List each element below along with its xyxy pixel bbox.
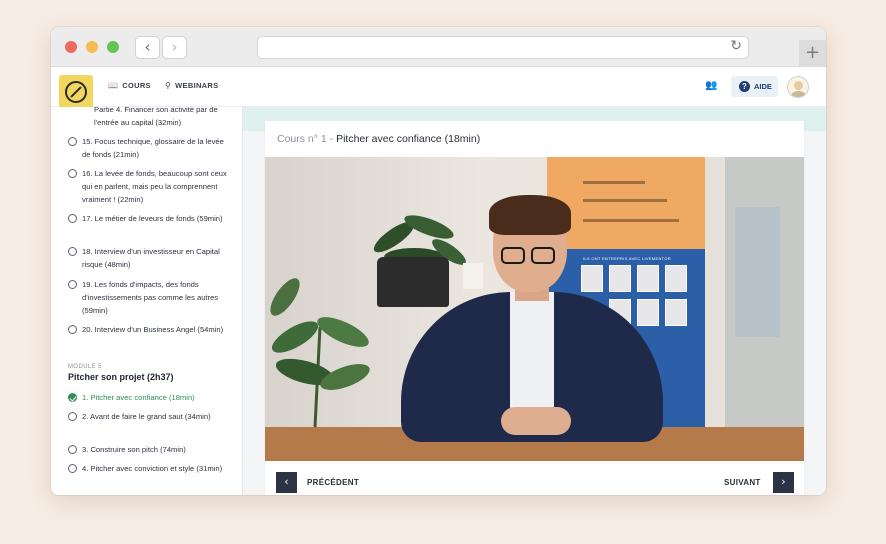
main-content: Cours n° 1 - Pitcher avec confiance (18m… xyxy=(243,107,826,495)
chevron-right-icon: › xyxy=(171,38,178,56)
lesson-item[interactable]: 16. La levée de fonds, beaucoup sont ceu… xyxy=(68,167,228,206)
lesson-label: 3. Construire son pitch (74min) xyxy=(82,445,186,454)
help-button[interactable]: ? AIDE xyxy=(731,76,778,97)
radio-icon xyxy=(68,169,77,178)
lesson-item[interactable]: 19. Les fonds d'impacts, des fonds d'inv… xyxy=(68,278,228,317)
lesson-item[interactable]: 17. Le métier de leveurs de fonds (59min… xyxy=(68,212,228,225)
chevron-right-icon: › xyxy=(781,475,786,488)
course-title: Cours n° 1 - Pitcher avec confiance (18m… xyxy=(277,133,480,145)
radio-icon xyxy=(68,214,77,223)
lesson-label: Partie 4. Financer son activité par de l… xyxy=(94,107,218,127)
lesson-label: 16. La levée de fonds, beaucoup sont ceu… xyxy=(82,169,227,204)
lesson-label: 1. Pitcher avec confiance (18min) xyxy=(82,393,195,402)
nav-webinars[interactable]: ⚲ WEBINARS xyxy=(165,81,218,90)
module-label: MODULE 5 xyxy=(68,364,102,370)
lesson-label: 2. Avant de faire le grand saut (34min) xyxy=(82,412,211,421)
check-icon xyxy=(68,393,77,402)
lesson-item-active[interactable]: 1. Pitcher avec confiance (18min) xyxy=(68,391,228,404)
address-bar[interactable]: ↻ xyxy=(257,36,749,59)
lesson-item[interactable]: 15. Focus technique, glossaire de la lev… xyxy=(68,135,228,161)
help-label: AIDE xyxy=(754,82,772,91)
lesson-sidebar[interactable]: Partie 4. Financer son activité par de l… xyxy=(51,107,243,495)
radio-icon xyxy=(68,247,77,256)
back-button[interactable]: ‹ xyxy=(135,36,160,59)
close-window-button[interactable] xyxy=(65,41,77,53)
new-tab-button[interactable]: + xyxy=(799,40,826,67)
lesson-item[interactable]: 2. Avant de faire le grand saut (34min) xyxy=(68,410,228,423)
radio-icon xyxy=(68,464,77,473)
next-label[interactable]: SUIVANT xyxy=(724,478,761,487)
lesson-label: 20. Interview d'un Business Angel (54min… xyxy=(82,325,224,334)
lesson-label: 17. Le métier de leveurs de fonds (59min… xyxy=(82,214,223,223)
video-player[interactable]: ILS ONT ENTREPRIS AVEC LIVEMENTOR xyxy=(265,157,804,461)
avatar[interactable] xyxy=(787,76,809,98)
minimize-window-button[interactable] xyxy=(86,41,98,53)
browser-window: ‹ › ↻ + 📖 COURS ⚲ WEBINARS 👥 ? AIDE Partie… xyxy=(51,27,826,495)
lesson-item[interactable]: 3. Construire son pitch (74min) xyxy=(68,443,228,456)
lesson-label: 18. Interview d'un investisseur en Capit… xyxy=(82,247,220,269)
lesson-item[interactable]: 4. Pitcher avec conviction et style (31m… xyxy=(68,462,228,475)
previous-label[interactable]: PRÉCÉDENT xyxy=(307,478,359,487)
book-icon: 📖 xyxy=(108,81,119,90)
community-icon[interactable]: 👥 xyxy=(705,80,717,91)
lesson-item[interactable]: 20. Interview d'un Business Angel (54min… xyxy=(68,323,228,336)
lesson-label: 15. Focus technique, glossaire de la lev… xyxy=(82,137,224,159)
radio-icon xyxy=(68,412,77,421)
nav-webinars-label: WEBINARS xyxy=(175,81,219,90)
course-card: Cours n° 1 - Pitcher avec confiance (18m… xyxy=(265,121,804,495)
lesson-label: 4. Pitcher avec conviction et style (31m… xyxy=(82,464,223,473)
logo[interactable] xyxy=(59,75,93,109)
question-icon: ? xyxy=(739,81,750,92)
browser-chrome: ‹ › ↻ + xyxy=(51,27,826,67)
course-name: Pitcher avec confiance (18min) xyxy=(336,133,481,145)
radio-icon xyxy=(68,445,77,454)
plus-icon: + xyxy=(804,42,821,63)
previous-button[interactable]: ‹ xyxy=(276,472,297,493)
module-title: Pitcher son projet (2h37) xyxy=(68,372,174,382)
forward-button[interactable]: › xyxy=(162,36,187,59)
course-prefix: Cours n° 1 - xyxy=(277,133,334,145)
lesson-item[interactable]: Partie 4. Financer son activité par de l… xyxy=(68,107,228,129)
lesson-navigation: ‹ PRÉCÉDENT SUIVANT › xyxy=(265,461,804,495)
radio-icon xyxy=(68,280,77,289)
next-button[interactable]: › xyxy=(773,472,794,493)
typewriter-illustration xyxy=(377,257,449,307)
banner-caption: ILS ONT ENTREPRIS AVEC LIVEMENTOR xyxy=(583,256,671,261)
reload-icon[interactable]: ↻ xyxy=(730,38,742,54)
nav-cours[interactable]: 📖 COURS xyxy=(108,81,151,90)
maximize-window-button[interactable] xyxy=(107,41,119,53)
lesson-label: 19. Les fonds d'impacts, des fonds d'inv… xyxy=(82,280,219,315)
app-header: 📖 COURS ⚲ WEBINARS 👥 ? AIDE xyxy=(51,67,826,109)
lesson-item[interactable]: 18. Interview d'un investisseur en Capit… xyxy=(68,245,228,271)
radio-icon xyxy=(68,325,77,334)
chevron-left-icon: ‹ xyxy=(144,38,151,56)
nav-cours-label: COURS xyxy=(122,81,151,90)
radio-icon xyxy=(68,137,77,146)
presenter-icon: ⚲ xyxy=(165,81,172,90)
chevron-left-icon: ‹ xyxy=(284,475,289,488)
